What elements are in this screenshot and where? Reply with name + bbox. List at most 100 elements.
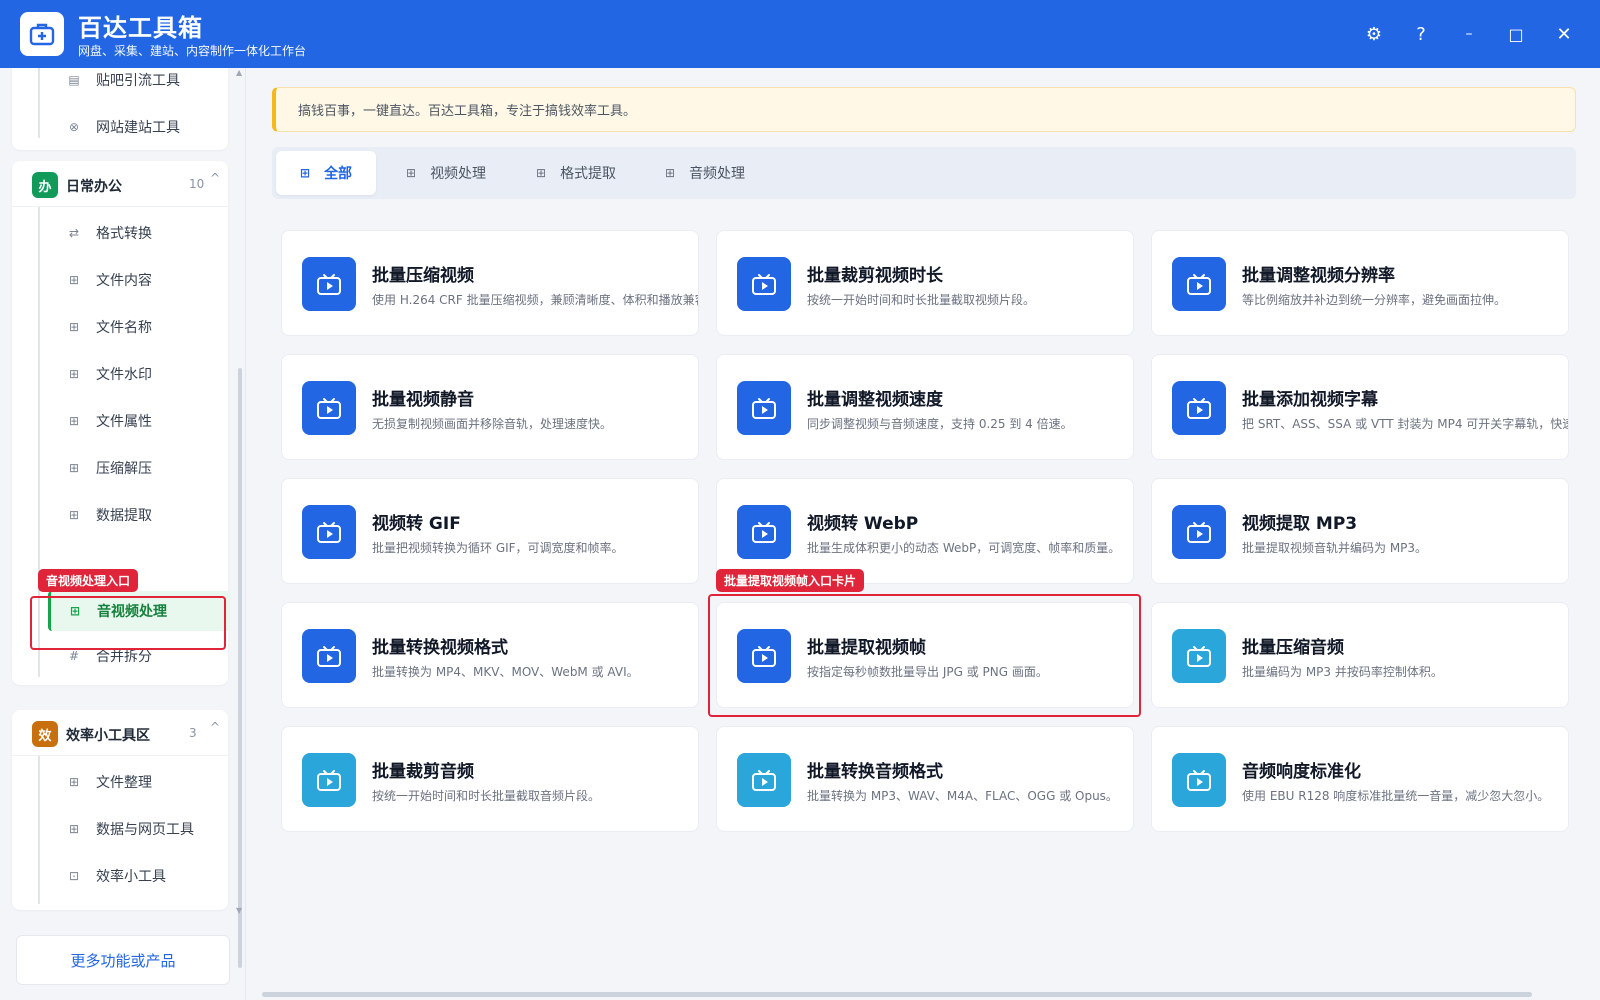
group-badge: 办 bbox=[32, 172, 58, 198]
group-badge: 效 bbox=[32, 721, 58, 747]
hash-icon: # bbox=[68, 649, 80, 663]
title-bar: 百达工具箱 网盘、采集、建站、内容制作一体化工作台 ⚙ ? – □ ✕ bbox=[0, 0, 1600, 68]
tool-card[interactable]: 批量压缩音频 批量编码为 MP3 并按码率控制体积。 bbox=[1151, 602, 1569, 708]
category-tabs: ⊞ 全部 ⊞ 视频处理 ⊞ 格式提取 ⊞ 音频处理 bbox=[272, 147, 1576, 199]
sidebar-item-label: 文件名称 bbox=[96, 320, 152, 336]
card-description: 批量转换为 MP4、MKV、MOV、WebM 或 AVI。 bbox=[372, 665, 639, 679]
chevron-up-icon[interactable]: ^ bbox=[210, 171, 220, 185]
more-features-button[interactable]: 更多功能或产品 bbox=[16, 935, 230, 985]
card-description: 批量把视频转换为循环 GIF，可调宽度和帧率。 bbox=[372, 541, 624, 555]
sidebar-scrollbar[interactable] bbox=[238, 368, 242, 968]
grid-icon: ⊞ bbox=[68, 822, 80, 836]
tool-card[interactable]: 批量裁剪音频 按统一开始时间和时长批量截取音频片段。 bbox=[281, 726, 699, 832]
sidebar-item-label: 文件水印 bbox=[96, 367, 152, 383]
card-title: 批量调整视频速度 bbox=[807, 390, 943, 410]
card-title: 批量压缩音频 bbox=[1242, 638, 1344, 658]
card-title: 批量视频静音 bbox=[372, 390, 474, 410]
tab-all[interactable]: ⊞ 全部 bbox=[276, 151, 377, 195]
tool-card[interactable]: 批量添加视频字幕把 SRT、ASS、SSA 或 VTT 封装为 MP4 可开关字… bbox=[1151, 354, 1569, 460]
video-play-icon bbox=[1172, 629, 1226, 683]
tool-card[interactable]: 批量裁剪视频时长 按统一开始时间和时长批量截取视频片段。 bbox=[716, 230, 1134, 336]
grid-icon: ⊞ bbox=[68, 775, 80, 789]
horizontal-scrollbar[interactable] bbox=[262, 992, 1532, 997]
scroll-down-arrow-icon[interactable]: ▼ bbox=[236, 906, 242, 915]
toolbox-icon: ⊡ bbox=[68, 869, 80, 883]
card-description: 按指定每秒帧数批量导出 JPG 或 PNG 画面。 bbox=[807, 665, 1048, 679]
sidebar-item-label: 效率小工具 bbox=[96, 869, 166, 885]
card-title: 批量裁剪视频时长 bbox=[807, 266, 943, 286]
tool-card[interactable]: 视频提取 MP3 批量提取视频音轨并编码为 MP3。 bbox=[1151, 478, 1569, 584]
maximize-button[interactable]: □ bbox=[1502, 20, 1530, 48]
video-play-icon bbox=[737, 505, 791, 559]
sidebar-item-website-builder[interactable]: ⊗ 网站建站工具 bbox=[50, 109, 220, 145]
minimize-button[interactable]: – bbox=[1455, 20, 1483, 48]
sidebar-item-file-content[interactable]: ⊞ 文件内容 bbox=[50, 262, 220, 298]
tab-format-extract[interactable]: ⊞ 格式提取 bbox=[512, 151, 640, 195]
sidebar-group-previous: ▤ 贴吧引流工具 ⊗ 网站建站工具 bbox=[12, 68, 228, 150]
card-title: 视频提取 MP3 bbox=[1242, 514, 1358, 534]
sidebar-item-label: 数据与网页工具 bbox=[96, 822, 194, 838]
video-play-icon bbox=[302, 753, 356, 807]
tool-card[interactable]: 批量转换视频格式 批量转换为 MP4、MKV、MOV、WebM 或 AVI。 bbox=[281, 602, 699, 708]
settings-gear-icon[interactable]: ⚙ bbox=[1360, 20, 1388, 48]
tool-card[interactable]: 批量调整视频分辨率 等比例缩放并补边到统一分辨率，避免画面拉伸。 bbox=[1151, 230, 1569, 336]
grid-icon: ⊞ bbox=[68, 508, 80, 522]
sidebar-item-efficiency-tools[interactable]: ⊡ 效率小工具 bbox=[50, 858, 220, 894]
tool-card[interactable]: 视频转 GIF 批量把视频转换为循环 GIF，可调宽度和帧率。 bbox=[281, 478, 699, 584]
tab-video[interactable]: ⊞ 视频处理 bbox=[382, 151, 510, 195]
sidebar-item-format-convert[interactable]: ⇄ 格式转换 bbox=[50, 215, 220, 251]
group-name: 日常办公 bbox=[66, 179, 122, 195]
group-header-efficiency[interactable]: 效 效率小工具区 3 ^ bbox=[12, 710, 228, 756]
chevron-up-icon[interactable]: ^ bbox=[210, 720, 220, 734]
card-title: 视频转 WebP bbox=[807, 514, 919, 534]
card-title: 视频转 GIF bbox=[372, 514, 461, 534]
video-play-icon bbox=[737, 381, 791, 435]
grid-icon: ⊞ bbox=[68, 320, 80, 334]
card-description: 同步调整视频与音频速度，支持 0.25 到 4 倍速。 bbox=[807, 417, 1073, 431]
grid-icon: ⊞ bbox=[69, 604, 81, 618]
sidebar-item-compress[interactable]: ⊞ 压缩解压 bbox=[50, 450, 220, 486]
sidebar-item-label: 合并拆分 bbox=[96, 649, 152, 665]
sidebar-group-efficiency: 效 效率小工具区 3 ^ ⊞ 文件整理 ⊞ 数据与网页工具 ⊡ 效率小工具 bbox=[12, 710, 228, 910]
tool-card[interactable]: 批量视频静音无损复制视频画面并移除音轨，处理速度快。 bbox=[281, 354, 699, 460]
grid-icon: ⊞ bbox=[406, 166, 417, 180]
tool-card[interactable]: 音频响度标准化 使用 EBU R128 响度标准批量统一音量，减少忽大忽小。 bbox=[1151, 726, 1569, 832]
sidebar-item-file-watermark[interactable]: ⊞ 文件水印 bbox=[50, 356, 220, 392]
card-description: 无损复制视频画面并移除音轨，处理速度快。 bbox=[372, 417, 613, 431]
card-description: 批量生成体积更小的动态 WebP，可调宽度、帧率和质量。 bbox=[807, 541, 1121, 555]
sidebar-item-merge-split[interactable]: # 合并拆分 bbox=[50, 638, 220, 674]
sidebar-item-file-name[interactable]: ⊞ 文件名称 bbox=[50, 309, 220, 345]
grid-icon: ⊞ bbox=[68, 273, 80, 287]
tab-label: 格式提取 bbox=[560, 166, 617, 182]
grid-icon: ⊞ bbox=[68, 414, 80, 428]
sidebar-item-tieba[interactable]: ▤ 贴吧引流工具 bbox=[50, 68, 220, 98]
video-play-icon bbox=[1172, 753, 1226, 807]
grid-icon: ⊞ bbox=[536, 166, 547, 180]
sidebar-item-data-web-tools[interactable]: ⊞ 数据与网页工具 bbox=[50, 811, 220, 847]
sidebar-item-file-organize[interactable]: ⊞ 文件整理 bbox=[50, 764, 220, 800]
close-button[interactable]: ✕ bbox=[1550, 20, 1578, 48]
card-title: 批量提取视频帧 bbox=[807, 638, 926, 658]
scroll-up-arrow-icon[interactable]: ▲ bbox=[236, 68, 242, 77]
tool-card[interactable]: 批量压缩视频 使用 H.264 CRF 批量压缩视频，兼顾清晰度、体积和播放兼容性… bbox=[281, 230, 699, 336]
annotation-tag-sidebar: 音视频处理入口 bbox=[38, 569, 139, 592]
tool-card[interactable]: 批量调整视频速度同步调整视频与音频速度，支持 0.25 到 4 倍速。 bbox=[716, 354, 1134, 460]
card-description: 批量提取视频音轨并编码为 MP3。 bbox=[1242, 541, 1428, 555]
tool-card[interactable]: 批量提取视频帧按指定每秒帧数批量导出 JPG 或 PNG 画面。 bbox=[716, 602, 1134, 708]
tab-audio[interactable]: ⊞ 音频处理 bbox=[641, 151, 769, 195]
sidebar-item-file-properties[interactable]: ⊞ 文件属性 bbox=[50, 403, 220, 439]
card-description: 按统一开始时间和时长批量截取音频片段。 bbox=[372, 789, 601, 803]
doc-icon: ▤ bbox=[68, 73, 80, 87]
tab-label: 视频处理 bbox=[430, 166, 487, 182]
tool-card[interactable]: 批量转换音频格式 批量转换为 MP3、WAV、M4A、FLAC、OGG 或 Opu… bbox=[716, 726, 1134, 832]
card-title: 批量添加视频字幕 bbox=[1242, 390, 1378, 410]
group-header-office[interactable]: 办 日常办公 10 ^ bbox=[12, 161, 228, 207]
tab-label: 全部 bbox=[324, 166, 353, 182]
sidebar-item-data-extract[interactable]: ⊞ 数据提取 bbox=[50, 497, 220, 533]
group-count: 10 bbox=[189, 177, 205, 191]
card-description: 把 SRT、ASS、SSA 或 VTT 封装为 MP4 可开关字幕轨，快速且不重 bbox=[1242, 417, 1568, 431]
sidebar-item-label: 数据提取 bbox=[96, 508, 152, 524]
sidebar-item-audio-video[interactable]: ⊞ 音视频处理 bbox=[48, 591, 230, 631]
help-icon[interactable]: ? bbox=[1407, 20, 1435, 48]
video-play-icon bbox=[302, 505, 356, 559]
